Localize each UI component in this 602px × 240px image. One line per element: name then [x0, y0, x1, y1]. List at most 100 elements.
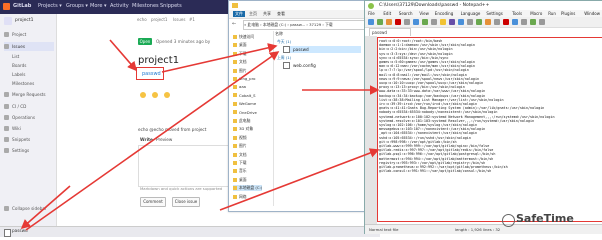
- ribbon-share[interactable]: 共享: [263, 11, 271, 17]
- sidebar-item-labels[interactable]: Labels: [12, 70, 54, 79]
- gitlab-logo-icon[interactable]: [3, 3, 10, 10]
- address-bar[interactable]: « 此电脑 › 本地磁盘 (C:) › passw... › 37129 › 下…: [243, 20, 367, 30]
- menu-encoding[interactable]: Encoding: [435, 11, 453, 16]
- toolbar-button-icon[interactable]: [431, 19, 437, 25]
- toolbar-button-icon[interactable]: [395, 19, 401, 25]
- menu-run[interactable]: Run: [548, 11, 556, 16]
- smiley-icon[interactable]: [164, 92, 170, 98]
- toolbar-button-icon[interactable]: [539, 19, 545, 25]
- toolbar-button-icon[interactable]: [422, 19, 428, 25]
- nav-item[interactable]: 文档: [233, 152, 247, 158]
- sidebar-item-operations[interactable]: Operations: [4, 113, 54, 122]
- menu-macro[interactable]: Macro: [530, 11, 542, 16]
- sidebar-item-label: Wiki: [12, 126, 21, 131]
- thumbs-down-icon[interactable]: [152, 92, 158, 98]
- nav-item[interactable]: 视频: [233, 135, 247, 141]
- nav-item[interactable]: Cobalt_S: [233, 93, 256, 98]
- sidebar-project-name[interactable]: project1: [15, 18, 33, 23]
- toolbar-button-icon[interactable]: [404, 19, 410, 25]
- downloaded-file[interactable]: passwd: [12, 228, 28, 233]
- sidebar-item-merge-requests[interactable]: Merge Requests: [4, 90, 54, 99]
- breadcrumb-3[interactable]: Issues: [173, 17, 185, 22]
- toolbar-button-icon[interactable]: [485, 19, 491, 25]
- menu-settings[interactable]: Settings: [486, 11, 502, 16]
- toolbar-button-icon[interactable]: [494, 19, 500, 25]
- project-avatar[interactable]: [4, 17, 12, 25]
- menu-plugins[interactable]: Plugins: [561, 11, 575, 16]
- menu-file[interactable]: File: [368, 11, 375, 16]
- topbar-more[interactable]: More ▾: [90, 3, 107, 9]
- gitlab-logo-text[interactable]: GitLab: [13, 3, 31, 9]
- close-issue-button[interactable]: Close issue: [172, 197, 200, 207]
- sidebar-item-settings[interactable]: Settings: [4, 146, 54, 155]
- nav-item[interactable]: 快速访问: [233, 34, 254, 40]
- nav-item[interactable]: 图片: [233, 68, 247, 74]
- comment-button[interactable]: Comment: [140, 197, 166, 207]
- nav-item[interactable]: 此电脑: [233, 118, 250, 124]
- ribbon-file[interactable]: 文件: [233, 11, 245, 17]
- group-last-week[interactable]: 上周 (1): [277, 55, 291, 61]
- toolbar-button-icon[interactable]: [377, 19, 383, 25]
- toolbar-button-icon[interactable]: [386, 19, 392, 25]
- nav-item[interactable]: aaa: [233, 84, 246, 89]
- menu-view[interactable]: View: [419, 11, 429, 16]
- nav-item[interactable]: 桌面: [233, 177, 247, 183]
- nav-item[interactable]: 桌面: [233, 42, 247, 48]
- toolbar-button-icon[interactable]: [449, 19, 455, 25]
- nav-item[interactable]: 本地磁盘 (C:): [233, 185, 263, 192]
- sidebar-item-milestones[interactable]: Milestones: [12, 79, 54, 88]
- menu-window[interactable]: Window: [584, 11, 600, 16]
- sidebar-item-collapse-sidebar[interactable]: Collapse sidebar: [4, 204, 54, 213]
- nav-item[interactable]: bing_pro: [233, 76, 255, 81]
- toolbar-button-icon[interactable]: [413, 19, 419, 25]
- topbar-projects[interactable]: Projects ▾: [38, 3, 62, 9]
- file-web-config[interactable]: web.config: [283, 62, 361, 69]
- nav-item[interactable]: 网络: [233, 194, 247, 200]
- toolbar-button-icon[interactable]: [521, 19, 527, 25]
- breadcrumb-1[interactable]: echo: [137, 17, 147, 22]
- sidebar-item-snippets[interactable]: Snippets: [4, 135, 54, 144]
- back-arrow-icon[interactable]: ←: [232, 21, 236, 27]
- menu-edit[interactable]: Edit: [383, 11, 391, 16]
- thumbs-up-icon[interactable]: [140, 92, 146, 98]
- ribbon-home[interactable]: 主页: [249, 11, 257, 17]
- column-header-name[interactable]: 名称: [275, 31, 283, 37]
- nav-item[interactable]: 图片: [233, 143, 247, 149]
- sidebar-item-wiki[interactable]: Wiki: [4, 124, 54, 133]
- file-passwd[interactable]: passwd: [283, 46, 361, 53]
- topbar-snippets[interactable]: Snippets: [160, 3, 182, 9]
- toolbar-button-icon[interactable]: [467, 19, 473, 25]
- menu-tools[interactable]: Tools: [512, 11, 522, 16]
- toolbar-button-icon[interactable]: [368, 19, 374, 25]
- toolbar-button-icon[interactable]: [530, 19, 536, 25]
- group-today[interactable]: 今天 (1): [277, 39, 291, 45]
- toolbar-button-icon[interactable]: [503, 19, 509, 25]
- breadcrumb-2[interactable]: project1: [151, 17, 167, 22]
- topbar-groups[interactable]: Groups ▾: [66, 3, 88, 9]
- menu-search[interactable]: Search: [399, 11, 413, 16]
- topbar-milestones[interactable]: Milestones: [132, 3, 159, 9]
- nav-item[interactable]: 音乐: [233, 168, 247, 174]
- folder-icon: [233, 152, 237, 157]
- comment-editor[interactable]: [138, 145, 240, 187]
- menu-language[interactable]: Language: [461, 11, 481, 16]
- nav-item[interactable]: 下载: [233, 51, 247, 57]
- nav-item[interactable]: WeGame: [233, 101, 256, 106]
- sidebar-item-ci-cd[interactable]: CI / CD: [4, 102, 54, 111]
- topbar-activity[interactable]: Activity: [110, 3, 129, 9]
- tab-preview[interactable]: Preview: [156, 137, 172, 142]
- nav-item[interactable]: 文档: [233, 59, 247, 65]
- tab-write[interactable]: Write: [140, 137, 153, 142]
- sidebar-item-project[interactable]: Project: [4, 30, 54, 39]
- toolbar-button-icon[interactable]: [512, 19, 518, 25]
- toolbar-button-icon[interactable]: [440, 19, 446, 25]
- nav-item[interactable]: 下载: [233, 160, 247, 166]
- ribbon-view[interactable]: 查看: [277, 11, 285, 17]
- toolbar-button-icon[interactable]: [458, 19, 464, 25]
- sidebar-item-list[interactable]: List: [12, 52, 54, 61]
- toolbar-button-icon[interactable]: [476, 19, 482, 25]
- sidebar-item-issues[interactable]: Issues: [4, 42, 54, 51]
- sidebar-item-boards[interactable]: Boards: [12, 61, 54, 70]
- nav-item[interactable]: OneDrive: [233, 110, 257, 115]
- nav-item[interactable]: 3D 对象: [233, 126, 253, 132]
